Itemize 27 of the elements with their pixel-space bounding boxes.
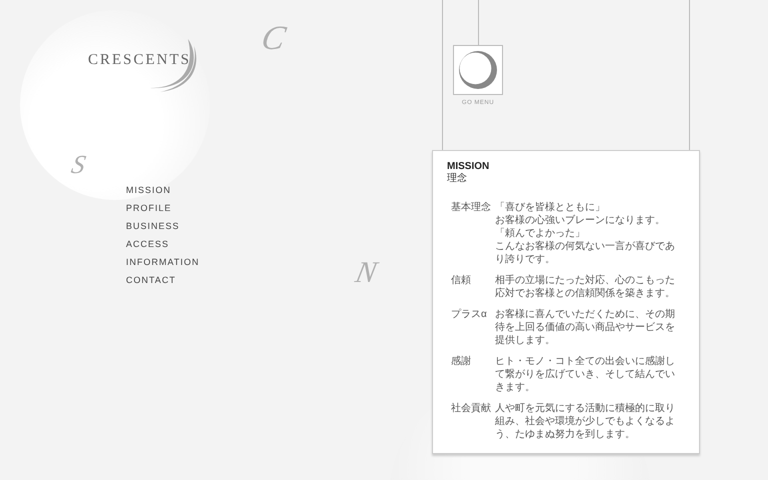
row-text: ヒト・モノ・コト全ての出会いに感謝して繋がりを広げていき、そして結んでいきます。 xyxy=(495,355,676,394)
row-text: こんなお客様の何気ない一言が喜びであり誇りです。 xyxy=(495,240,676,266)
row-label: 社会貢献 xyxy=(451,402,492,416)
card-title: MISSION xyxy=(447,161,490,173)
crescent-icon xyxy=(459,51,497,89)
nav-link[interactable]: ACCESS xyxy=(126,238,170,250)
row-text: 相手の立場にたった対応、心のこもった応対でお客様との信頼関係を築きます。 xyxy=(495,274,676,300)
nav-link[interactable]: BUSINESS xyxy=(126,220,180,232)
logo-text[interactable]: CRESCENTS xyxy=(88,52,192,68)
nav-link[interactable]: INFORMATION xyxy=(126,256,200,268)
card-subtitle: 理念 xyxy=(447,173,468,185)
row-label: 信頼 xyxy=(451,274,472,288)
row-text: お客様に喜んでいただくために、その期待を上回る価値の高い商品やサービスを提供します。 xyxy=(495,308,676,347)
decorative-letter: S xyxy=(69,152,88,178)
nav-link[interactable]: CONTACT xyxy=(126,274,176,286)
row-label: 感謝 xyxy=(451,355,472,369)
menu-button[interactable] xyxy=(453,45,503,95)
nav-link[interactable]: MISSION xyxy=(126,184,172,196)
row-text: 人や町を元気にする活動に積極的に取り組み、社会や環境が少しでもよくなるよう、たゆまぬ努力を到します。 xyxy=(495,402,676,441)
nav-link[interactable]: PROFILE xyxy=(126,202,172,214)
row-label: プラスα xyxy=(451,308,488,322)
decorative-letter: C xyxy=(258,22,288,56)
row-text: 「頼んでよかった」 xyxy=(495,227,586,240)
row-text: 「喜びを皆様とともに」 xyxy=(495,201,606,214)
decorative-letter: N xyxy=(352,258,380,288)
row-label: 基本理念 xyxy=(451,201,492,215)
row-text: お客様の心強いブレーンになります。 xyxy=(495,214,666,227)
